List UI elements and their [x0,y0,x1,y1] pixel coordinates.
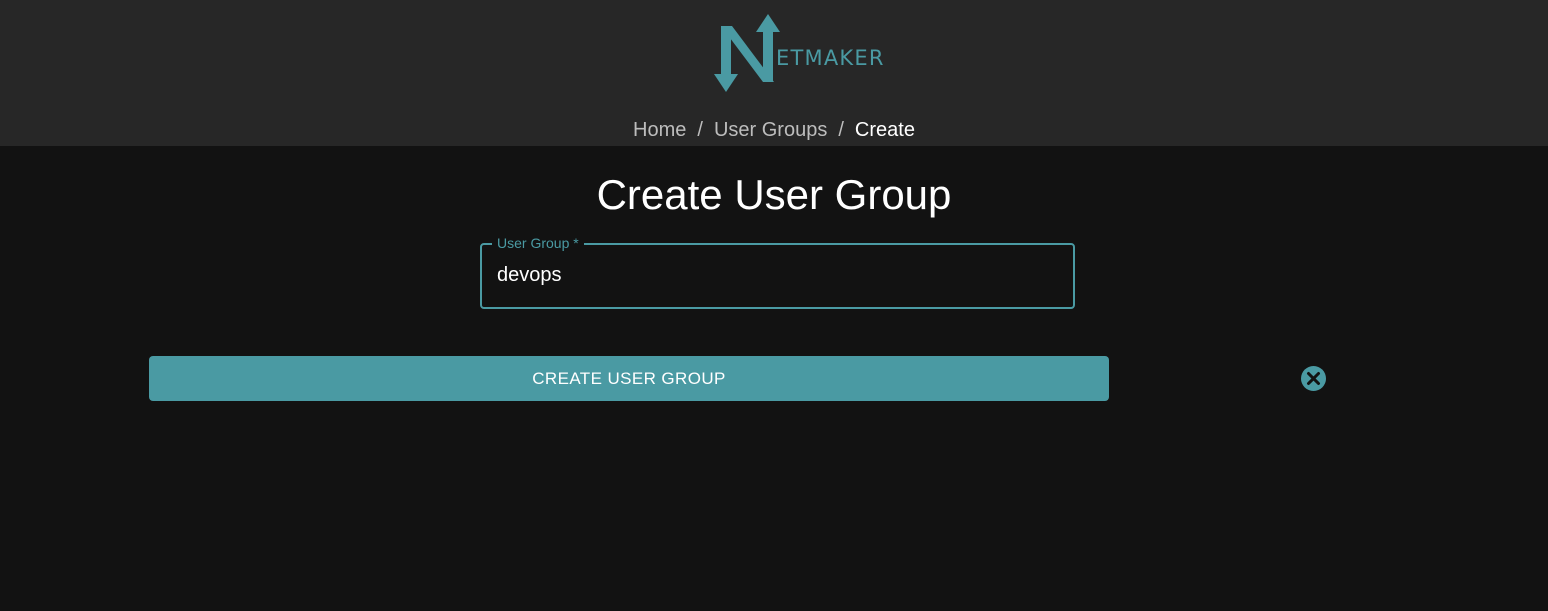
breadcrumb: Home / User Groups / Create [0,118,1548,142]
breadcrumb-separator: / [697,119,703,141]
logo-wordmark: ETMAKER [776,46,885,70]
user-group-input[interactable] [497,255,1057,295]
breadcrumb-home[interactable]: Home [633,119,686,141]
user-group-label: User Group * [492,235,584,252]
breadcrumb-separator: / [838,119,844,141]
breadcrumb-current: Create [854,119,915,141]
page-title: Create User Group [596,171,952,218]
user-group-field: User Group * [480,235,1075,309]
app-header: ETMAKER Home / User Groups / Create [0,0,1548,146]
breadcrumb-user-groups[interactable]: User Groups [714,119,827,141]
create-user-group-button[interactable]: CREATE USER GROUP [149,356,1109,401]
close-circle-icon[interactable] [1300,365,1327,392]
